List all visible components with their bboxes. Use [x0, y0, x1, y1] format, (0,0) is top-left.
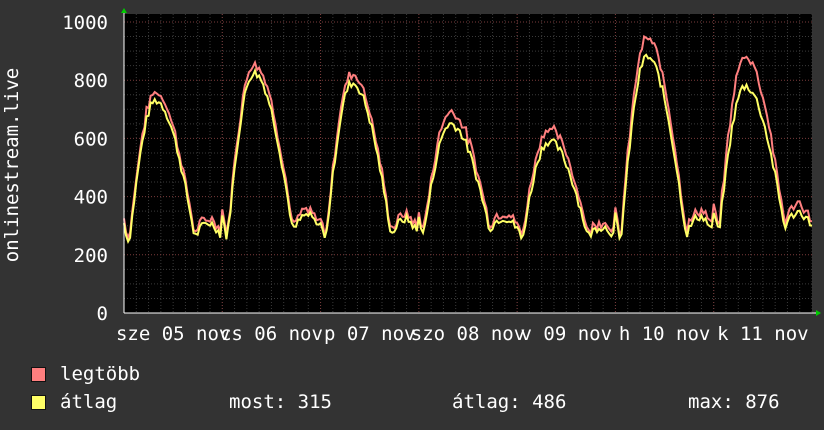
y-axis-arrow — [121, 8, 127, 13]
y-tick-label: 400 — [74, 187, 108, 209]
plot-area — [124, 14, 812, 313]
x-tick-label: v 09 nov — [521, 323, 613, 345]
x-tick-label: sze 05 nov — [116, 323, 230, 345]
x-axis-arrow — [816, 310, 821, 316]
x-tick-label: p 07 nov — [324, 323, 416, 345]
y-axis-label: onlinestream.live — [1, 67, 23, 263]
x-tick-label: k 11 nov — [717, 323, 809, 345]
x-tick-label: szo 08 nov — [411, 323, 525, 345]
x-tick-label: h 10 nov — [619, 323, 711, 345]
y-tick-label: 600 — [74, 128, 108, 150]
x-tick-label: cs 06 nov — [220, 323, 323, 345]
y-tick-label: 200 — [74, 245, 108, 267]
chart: 0 200 400 600 800 1000 sze 05 novcs 06 nov p 07… — [62, 8, 821, 345]
y-tick-label: 800 — [74, 70, 108, 92]
y-tick-label: 0 — [97, 303, 108, 325]
y-tick-label: 1000 — [62, 12, 108, 34]
